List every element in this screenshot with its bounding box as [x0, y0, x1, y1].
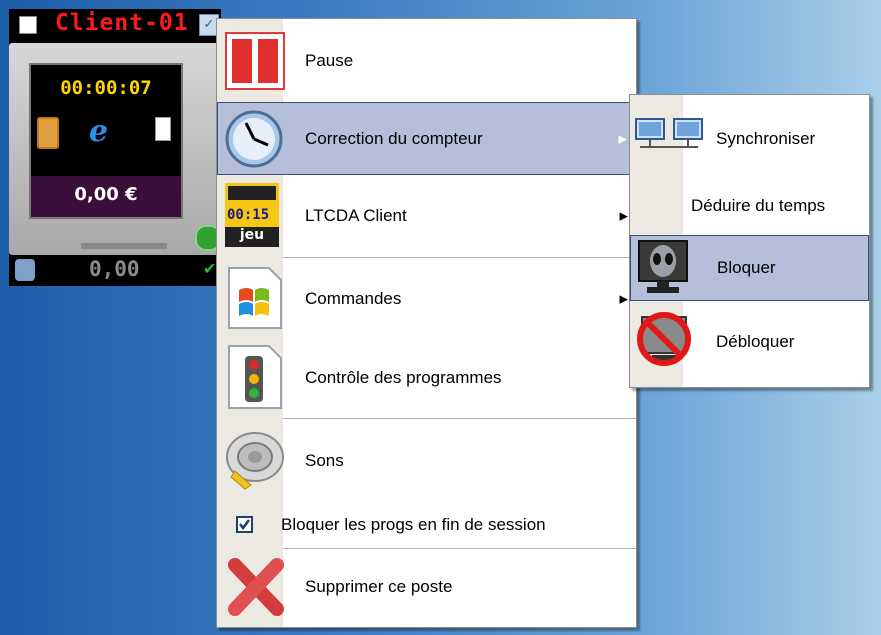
- footer-value: 0,00: [89, 257, 140, 281]
- menu-item-label: Pause: [305, 51, 354, 70]
- red-x-icon: [227, 557, 285, 621]
- client-tile-footer: 0,00 ✔: [9, 255, 221, 286]
- submenu-item-synchroniser[interactable]: Synchroniser: [630, 99, 869, 179]
- menu-item-label: Contrôle des programmes: [305, 367, 502, 387]
- submenu-item-debloquer[interactable]: Débloquer: [630, 305, 869, 379]
- menu-item-sons[interactable]: Sons: [217, 421, 636, 501]
- alien-monitor-icon: [637, 239, 689, 301]
- user-icon: [15, 259, 35, 281]
- session-price: 0,00 €: [74, 184, 138, 205]
- menu-item-label: Bloquer les progs en fin de session: [281, 515, 546, 534]
- ltcda-icon-time: 00:15: [227, 207, 270, 223]
- no-entry-monitor-icon: [634, 311, 694, 375]
- client-tile-header: Client-01 ✓: [9, 9, 221, 43]
- submenu-correction: Synchroniser Déduire du temps Bloquer Dé…: [629, 94, 870, 388]
- menu-item-supprimer-ce-poste[interactable]: Supprimer ce poste: [217, 551, 636, 623]
- windows-doc-icon: [227, 266, 283, 334]
- submenu-item-deduire-du-temps[interactable]: Déduire du temps: [630, 179, 869, 233]
- client-screen: 00:00:07 e 0,00 €: [29, 63, 183, 219]
- menu-item-correction-du-compteur[interactable]: Correction du compteur ▶: [217, 102, 636, 175]
- menu-separator: [283, 418, 636, 419]
- menu-item-controle-des-programmes[interactable]: Contrôle des programmes: [217, 338, 636, 417]
- price-bar: 0,00 €: [31, 176, 181, 217]
- submenu-arrow-icon: ▶: [619, 209, 628, 223]
- menu-item-ltcda-client[interactable]: 00:15 jeu LTCDA Client ▶: [217, 177, 636, 255]
- traffic-light-icon: [227, 344, 283, 414]
- checkbox-icon[interactable]: [236, 516, 253, 537]
- check-icon: ✔: [203, 259, 217, 278]
- session-timer: 00:00:07: [60, 77, 152, 99]
- internet-explorer-icon: e: [89, 114, 109, 149]
- client-select-checkbox[interactable]: [19, 16, 37, 34]
- notepad-icon: [155, 117, 171, 141]
- submenu-item-bloquer[interactable]: Bloquer: [630, 235, 869, 301]
- submenu-arrow-icon: ▶: [619, 292, 628, 305]
- clock-icon: [224, 109, 284, 173]
- menu-item-label: Supprimer ce poste: [305, 577, 453, 596]
- context-menu: Pause Correction du compteur ▶ 00:15 jeu…: [216, 18, 637, 628]
- network-computers-icon: [634, 117, 706, 155]
- drive-slot: [81, 243, 167, 249]
- client-tile[interactable]: Client-01 ✓ 00:00:07 e 0,00 € 0,00 ✔: [9, 9, 221, 286]
- menu-item-pause[interactable]: Pause: [217, 22, 636, 100]
- client-name: Client-01: [55, 10, 189, 36]
- ltcda-icon-jeu: jeu: [225, 227, 279, 247]
- client-monitor: 00:00:07 e 0,00 €: [9, 43, 221, 255]
- submenu-item-label: Synchroniser: [716, 129, 816, 148]
- menu-icon: [37, 117, 59, 149]
- menu-item-label: Commandes: [305, 288, 402, 308]
- menu-item-label: Correction du compteur: [305, 128, 483, 148]
- menu-separator: [283, 257, 636, 258]
- menu-item-label: LTCDA Client: [305, 206, 407, 225]
- pause-icon: [225, 32, 285, 94]
- ltcda-jeu-icon: 00:15 jeu: [225, 183, 279, 247]
- submenu-item-label: Bloquer: [717, 258, 776, 277]
- submenu-arrow-icon: ▶: [618, 132, 627, 145]
- menu-separator: [283, 548, 636, 549]
- submenu-item-label: Déduire du temps: [691, 196, 826, 215]
- submenu-item-label: Débloquer: [716, 332, 795, 351]
- menu-item-label: Sons: [305, 451, 344, 470]
- menu-item-bloquer-les-progs[interactable]: Bloquer les progs en fin de session: [217, 503, 636, 547]
- menu-item-commandes[interactable]: Commandes ▶: [217, 260, 636, 337]
- speaker-icon: [221, 427, 287, 497]
